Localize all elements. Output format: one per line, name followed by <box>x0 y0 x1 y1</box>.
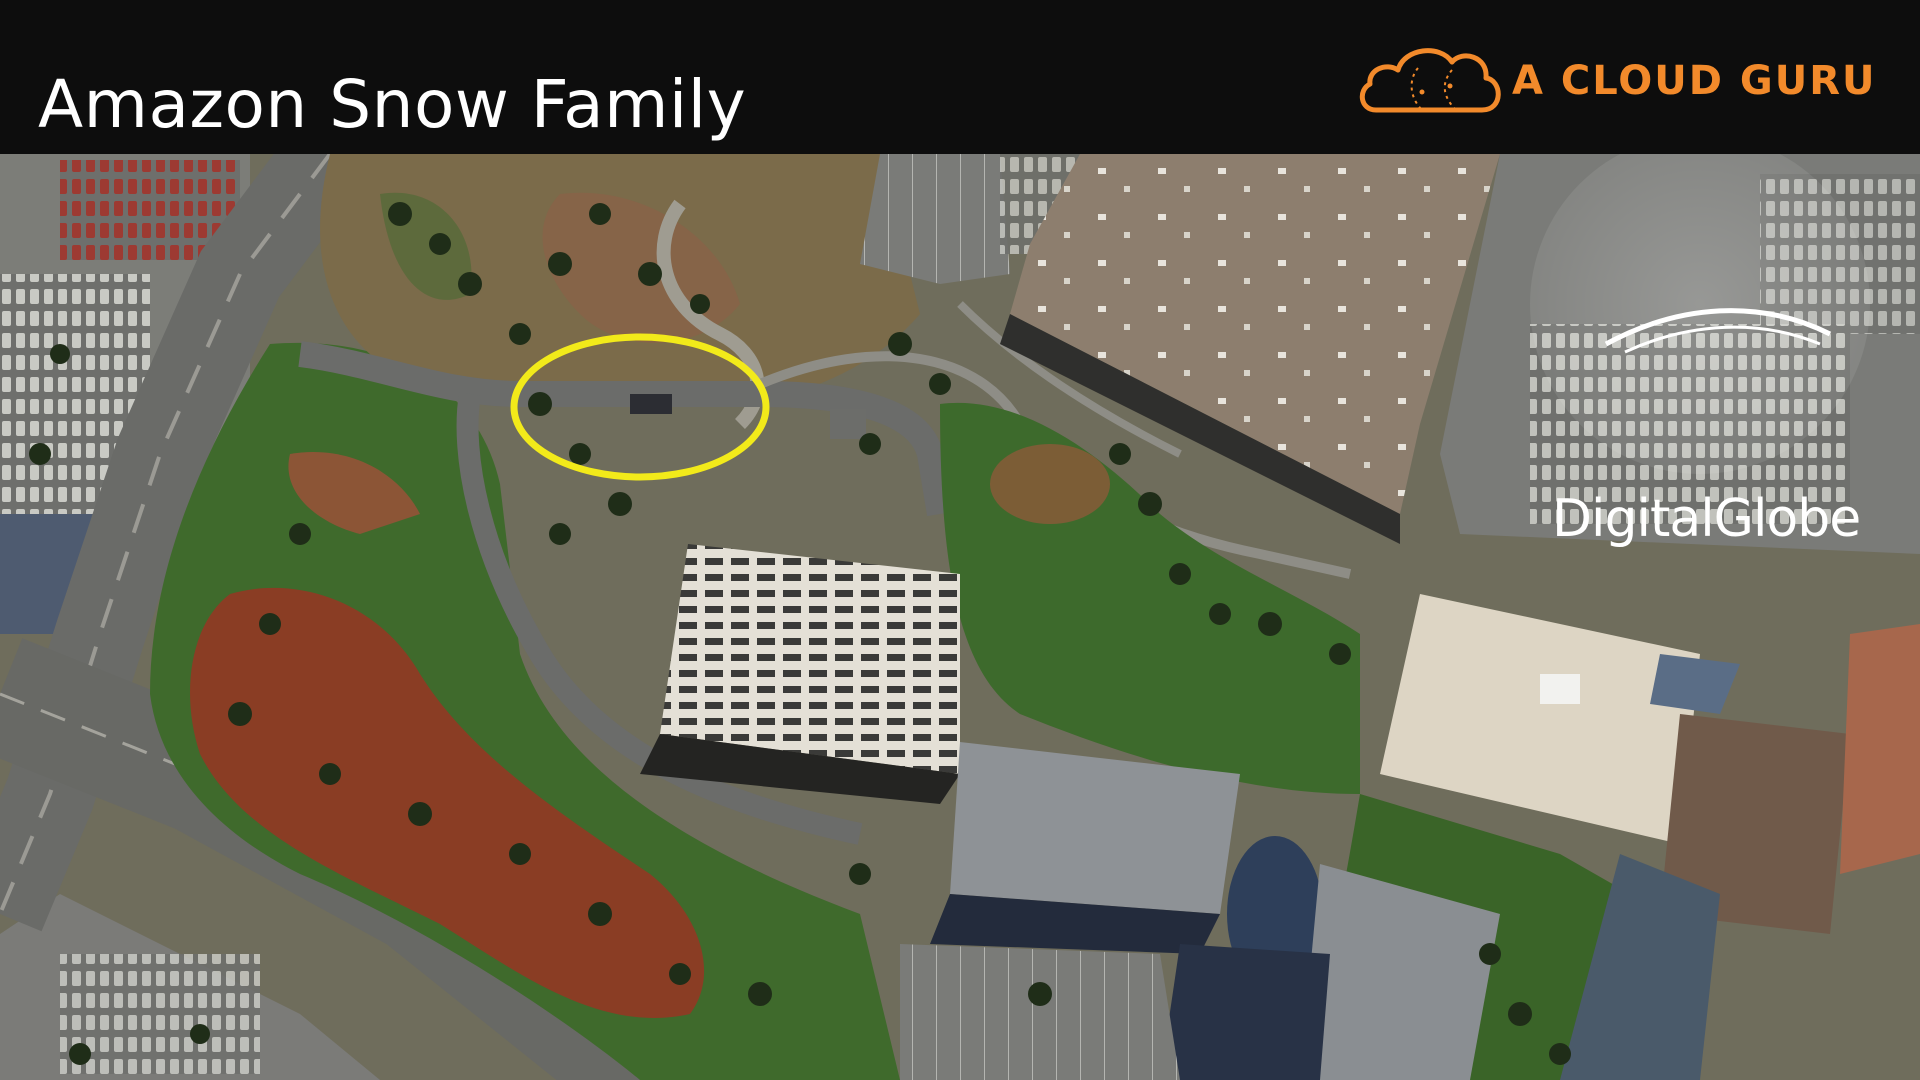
cloud-logo-icon <box>1359 48 1501 113</box>
satellite-image: DigitalGlobe <box>0 154 1920 1080</box>
brand-name: A CLOUD GURU <box>1512 58 1877 104</box>
slide-header: Amazon Snow Family A CLOUD GURU <box>0 0 1920 154</box>
brand-logo: A CLOUD GURU <box>1356 40 1876 120</box>
digitalglobe-watermark: DigitalGlobe <box>1552 489 1861 549</box>
slide-title: Amazon Snow Family <box>38 66 747 143</box>
